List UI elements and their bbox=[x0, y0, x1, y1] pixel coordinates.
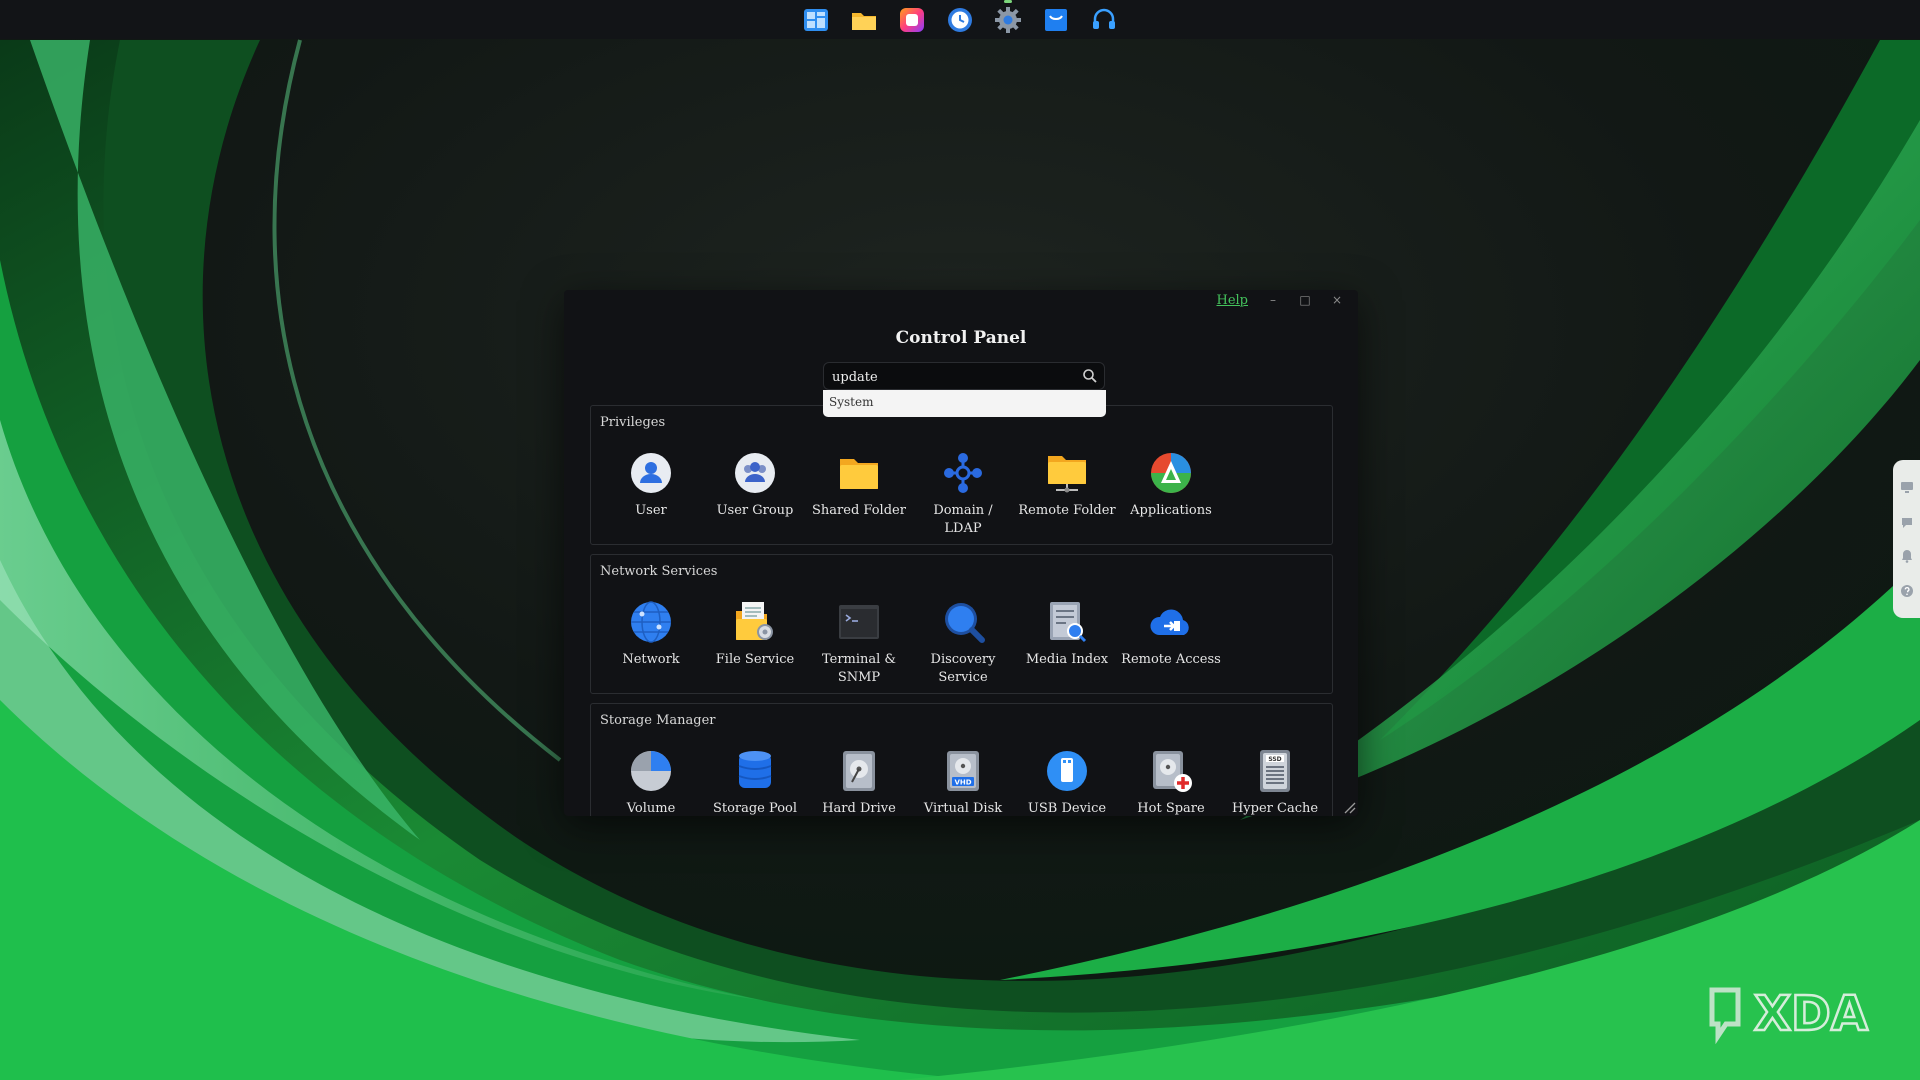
item-storage-pool[interactable]: Storage Pool bbox=[703, 748, 807, 816]
svg-text:VHD: VHD bbox=[954, 779, 971, 787]
svg-text:SSD: SSD bbox=[1268, 756, 1281, 763]
item-user[interactable]: User bbox=[599, 450, 703, 538]
help-icon[interactable] bbox=[1900, 584, 1914, 598]
section-privileges: Privileges User User Group Shared Folder… bbox=[590, 405, 1333, 545]
discovery-magnifier-icon bbox=[940, 599, 986, 645]
folder-icon[interactable] bbox=[849, 5, 879, 35]
item-hyper-cache[interactable]: SSD Hyper Cache bbox=[1223, 748, 1327, 816]
section-storage-manager: Storage Manager Volume Storage Pool Hard… bbox=[590, 703, 1333, 816]
terminal-icon bbox=[836, 599, 882, 645]
item-usb-device[interactable]: USB Device bbox=[1015, 748, 1119, 816]
resize-grip-icon[interactable] bbox=[1342, 800, 1356, 814]
window-title: Control Panel bbox=[895, 328, 1027, 348]
shared-folder-icon bbox=[836, 450, 882, 496]
item-shared-folder[interactable]: Shared Folder bbox=[807, 450, 911, 538]
storage-pool-icon bbox=[732, 748, 778, 794]
item-terminal-snmp[interactable]: Terminal & SNMP bbox=[807, 599, 911, 687]
item-hard-drive[interactable]: Hard Drive bbox=[807, 748, 911, 816]
side-panel bbox=[1893, 460, 1920, 618]
item-file-service[interactable]: File Service bbox=[703, 599, 807, 687]
item-hot-spare[interactable]: Hot Spare bbox=[1119, 748, 1223, 816]
hard-drive-icon bbox=[836, 748, 882, 794]
volume-pie-icon bbox=[628, 748, 674, 794]
item-virtual-disk[interactable]: VHD Virtual Disk bbox=[911, 748, 1015, 816]
headset-support-icon[interactable] bbox=[1089, 5, 1119, 35]
bell-icon[interactable] bbox=[1900, 549, 1914, 563]
active-indicator bbox=[1004, 0, 1012, 3]
settings-gear-icon[interactable] bbox=[993, 0, 1023, 35]
item-remote-access[interactable]: Remote Access bbox=[1119, 599, 1223, 687]
usb-device-icon bbox=[1044, 748, 1090, 794]
help-link[interactable]: Help bbox=[1216, 293, 1248, 308]
section-title: Storage Manager bbox=[600, 713, 716, 728]
minimize-button[interactable]: – bbox=[1266, 293, 1280, 307]
hot-spare-icon bbox=[1148, 748, 1194, 794]
close-button[interactable]: × bbox=[1330, 293, 1344, 307]
chat-icon[interactable] bbox=[1900, 515, 1914, 529]
item-volume[interactable]: Volume bbox=[599, 748, 703, 816]
search-icon[interactable] bbox=[1082, 368, 1098, 384]
taskbar bbox=[0, 0, 1920, 39]
domain-ldap-icon bbox=[940, 450, 986, 496]
user-icon bbox=[628, 450, 674, 496]
item-applications[interactable]: Applications bbox=[1119, 450, 1223, 538]
remote-folder-icon bbox=[1044, 450, 1090, 496]
window-controls: Help – □ × bbox=[1216, 290, 1344, 310]
control-panel-window: Help – □ × Control Panel System Privileg… bbox=[564, 290, 1358, 816]
photo-app-icon[interactable] bbox=[897, 5, 927, 35]
item-remote-folder[interactable]: Remote Folder bbox=[1015, 450, 1119, 538]
applications-icon bbox=[1148, 450, 1194, 496]
virtual-disk-icon: VHD bbox=[940, 748, 986, 794]
remote-access-cloud-icon bbox=[1148, 599, 1194, 645]
search-box bbox=[823, 362, 1105, 391]
section-title: Privileges bbox=[600, 415, 666, 430]
xda-watermark-logo: XDA bbox=[1709, 986, 1869, 1044]
maximize-button[interactable]: □ bbox=[1298, 293, 1312, 307]
section-network-services: Network Services Network File Service Te… bbox=[590, 554, 1333, 694]
media-index-icon bbox=[1044, 599, 1090, 645]
monitor-icon[interactable] bbox=[1900, 480, 1914, 494]
dashboard-icon[interactable] bbox=[801, 5, 831, 35]
svg-text:XDA: XDA bbox=[1754, 986, 1868, 1042]
section-title: Network Services bbox=[600, 564, 718, 579]
item-user-group[interactable]: User Group bbox=[703, 450, 807, 538]
store-bag-icon[interactable] bbox=[1041, 5, 1071, 35]
item-media-index[interactable]: Media Index bbox=[1015, 599, 1119, 687]
hyper-cache-ssd-icon: SSD bbox=[1252, 748, 1298, 794]
file-service-icon bbox=[732, 599, 778, 645]
item-network[interactable]: Network bbox=[599, 599, 703, 687]
search-input[interactable] bbox=[830, 363, 1074, 391]
search-suggestion-system[interactable]: System bbox=[823, 390, 1106, 417]
item-discovery-service[interactable]: Discovery Service bbox=[911, 599, 1015, 687]
network-globe-icon bbox=[628, 599, 674, 645]
clock-icon[interactable] bbox=[945, 5, 975, 35]
user-group-icon bbox=[732, 450, 778, 496]
item-domain-ldap[interactable]: Domain / LDAP bbox=[911, 450, 1015, 538]
